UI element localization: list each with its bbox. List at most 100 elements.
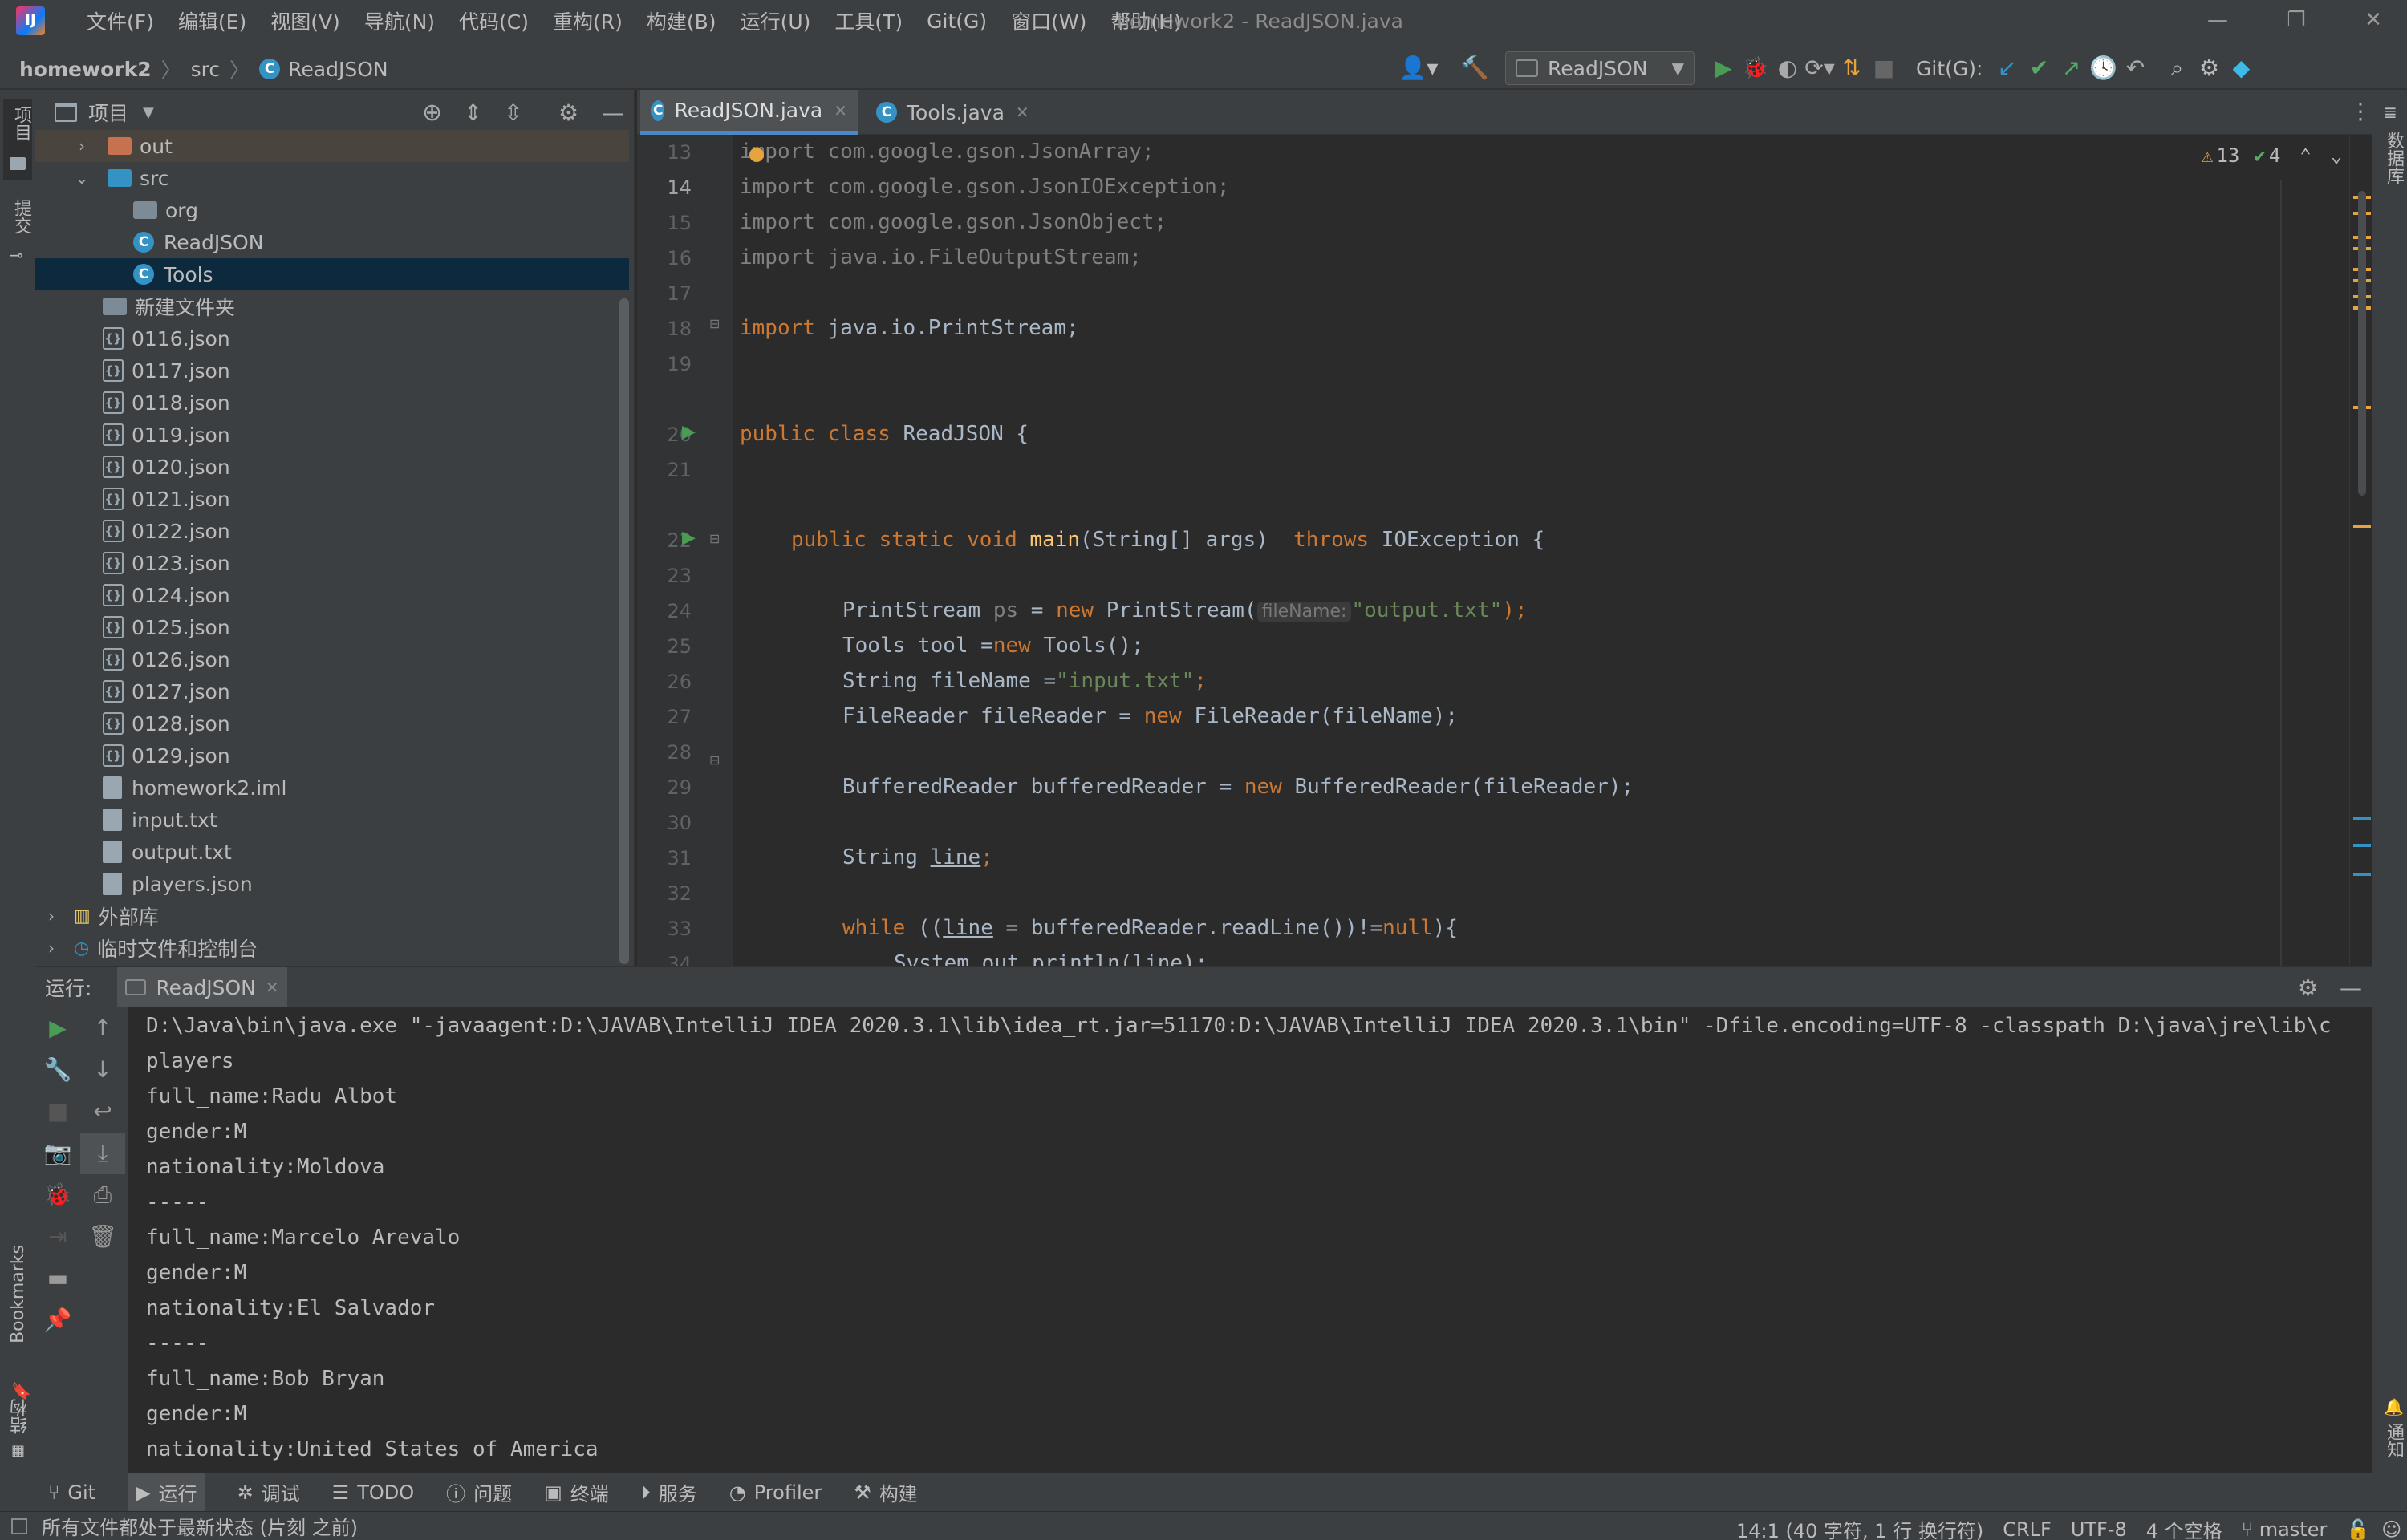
menu-window[interactable]: 窗口(W) xyxy=(1011,6,1086,35)
tree-item-json[interactable]: {} 0129.json xyxy=(35,740,629,772)
locate-icon[interactable]: ⊕ xyxy=(422,99,442,127)
chevron-down-icon[interactable]: ⌄ xyxy=(2331,144,2342,167)
breadcrumb-src[interactable]: src xyxy=(191,58,221,81)
exit-icon[interactable]: ⇥ xyxy=(35,1216,80,1258)
warning-marker[interactable] xyxy=(2353,525,2371,528)
tree-item-json[interactable]: {} 0117.json xyxy=(35,355,629,387)
tree-item-json[interactable]: {} 0116.json xyxy=(35,322,629,355)
tree-item-json[interactable]: {} 0119.json xyxy=(35,419,629,451)
git-push-icon[interactable]: ↗ xyxy=(2055,52,2087,84)
trash-icon[interactable]: 🗑 xyxy=(80,1216,125,1258)
arrow-up-icon[interactable]: ↑ xyxy=(80,1007,125,1049)
tab-problems[interactable]: ⓘ 问题 xyxy=(446,1478,512,1506)
tree-item-readjson[interactable]: C ReadJSON xyxy=(35,226,629,258)
line-separator[interactable]: CRLF xyxy=(2003,1518,2052,1540)
menu-tools[interactable]: 工具(T) xyxy=(834,6,903,35)
tree-item-json[interactable]: {} 0125.json xyxy=(35,611,629,643)
rollback-icon[interactable]: ↶ xyxy=(2119,52,2151,84)
tree-item-out[interactable]: › out xyxy=(35,130,629,162)
lock-icon[interactable]: 🔓 xyxy=(2346,1518,2370,1540)
run-icon[interactable]: ▶ xyxy=(1707,52,1739,84)
rerun-icon[interactable]: ▶ xyxy=(35,1007,80,1049)
info-marker[interactable] xyxy=(2353,817,2371,820)
menu-run[interactable]: 运行(U) xyxy=(741,6,811,35)
run-gutter-icon[interactable]: ▶ xyxy=(682,528,696,548)
inspector-icon[interactable]: ☺ xyxy=(2381,1518,2401,1540)
tree-item-json[interactable]: {} 0124.json xyxy=(35,579,629,611)
error-stripe[interactable] xyxy=(2349,135,2372,966)
tab-tools[interactable]: C Tools.java ✕ xyxy=(865,90,1057,135)
menu-navigate[interactable]: 导航(N) xyxy=(364,6,435,35)
cursor-position[interactable]: 14:1 (40 字符, 1 行 换行符) xyxy=(1736,1515,1983,1540)
database-tool-button[interactable]: ≣ 数据库 xyxy=(2376,103,2405,199)
info-marker[interactable] xyxy=(2353,873,2371,876)
tab-git[interactable]: ⑂ Git xyxy=(48,1481,95,1504)
search-icon[interactable]: ⌕ xyxy=(2161,52,2193,84)
close-tab-icon[interactable]: ✕ xyxy=(266,978,279,997)
fold-icon[interactable]: ⊟ xyxy=(709,752,720,768)
tree-item-tools[interactable]: C Tools xyxy=(35,258,629,290)
attach-icon[interactable]: ⇅ xyxy=(1836,52,1868,84)
status-toggle-icon[interactable] xyxy=(11,1518,27,1534)
tab-profiler[interactable]: ◔ Profiler xyxy=(729,1481,822,1504)
pin-icon[interactable]: 📌 xyxy=(35,1299,80,1341)
close-tab-icon[interactable]: ✕ xyxy=(834,101,847,120)
scroll-to-end-icon[interactable]: ⤓ xyxy=(80,1133,125,1174)
git-commit-icon[interactable]: ✔ xyxy=(2023,52,2055,84)
tab-readjson[interactable]: C ReadJSON.java ✕ xyxy=(640,90,858,135)
bug-icon[interactable]: 🐞 xyxy=(35,1174,80,1216)
gear-icon[interactable]: ⚙ xyxy=(2298,975,2318,1001)
tree-item-json[interactable]: {} 0121.json xyxy=(35,483,629,515)
tree-item-src[interactable]: ⌄ src xyxy=(35,162,629,194)
tree-item-json[interactable]: {} 0118.json xyxy=(35,387,629,419)
user-icon[interactable]: 👤▾ xyxy=(1396,52,1441,84)
run-gutter-icon[interactable]: ▶ xyxy=(682,422,696,442)
tab-run[interactable]: ▶ 运行 xyxy=(128,1473,205,1512)
menu-code[interactable]: 代码(C) xyxy=(459,6,529,35)
menu-git[interactable]: Git(G) xyxy=(927,10,987,33)
tree-item-json[interactable]: {} 0123.json xyxy=(35,547,629,579)
profile-icon[interactable]: ⟳▾ xyxy=(1804,52,1836,84)
tree-item-players-json[interactable]: players.json xyxy=(35,868,629,900)
arrow-down-icon[interactable]: ↓ xyxy=(80,1049,125,1091)
tree-item-output-txt[interactable]: output.txt xyxy=(35,836,629,868)
tree-item-scratches[interactable]: › ◷ 临时文件和控制台 xyxy=(35,932,629,964)
fold-icon[interactable]: ⊟ xyxy=(709,316,720,331)
tab-debug[interactable]: ✲ 调试 xyxy=(237,1478,300,1506)
plugin-icon[interactable]: ◆ xyxy=(2225,52,2257,84)
menu-file[interactable]: 文件(F) xyxy=(87,6,154,35)
menu-view[interactable]: 视图(V) xyxy=(270,6,340,35)
tab-services[interactable]: ⏵ 服务 xyxy=(641,1478,697,1506)
code-editor[interactable]: import com.google.gson.JsonArray; import… xyxy=(733,135,2360,966)
history-icon[interactable]: 🕓 xyxy=(2087,52,2119,84)
notifications-tool-button[interactable]: 🔔 通知 xyxy=(2376,1397,2405,1469)
run-tab-readjson[interactable]: ReadJSON ✕ xyxy=(117,967,287,1008)
layout-icon[interactable]: ▬ xyxy=(35,1258,80,1299)
camera-icon[interactable]: 📷 xyxy=(35,1133,80,1174)
breadcrumb-project[interactable]: homework2 xyxy=(19,58,152,81)
fold-icon[interactable]: ⊟ xyxy=(709,531,720,546)
chevron-down-icon[interactable]: ⌄ xyxy=(72,168,91,188)
project-tool-button[interactable]: 项目 xyxy=(3,99,32,180)
menu-build[interactable]: 构建(B) xyxy=(647,6,716,35)
tree-item-org[interactable]: org xyxy=(35,194,629,226)
settings-gear-icon[interactable]: ⚙ xyxy=(2193,52,2225,84)
editor-scrollbar[interactable] xyxy=(2358,191,2366,496)
tree-item-json[interactable]: {} 0122.json xyxy=(35,515,629,547)
soft-wrap-icon[interactable]: ↩ xyxy=(80,1091,125,1133)
chevron-right-icon[interactable]: › xyxy=(72,136,91,156)
status-message[interactable]: 所有文件都处于最新状态 (片刻 之前) xyxy=(42,1512,358,1540)
minimize-icon[interactable]: — xyxy=(2202,8,2234,37)
more-options-icon[interactable]: ⋮ xyxy=(2349,98,2372,124)
wrench-icon[interactable]: 🔧 xyxy=(35,1049,80,1091)
build-hammer-icon[interactable]: 🔨 xyxy=(1459,52,1491,84)
chevron-down-icon[interactable]: ▼ xyxy=(143,104,154,121)
tab-build[interactable]: ⚒ 构建 xyxy=(854,1478,918,1506)
commit-tool-button[interactable]: 提交 ⊸ xyxy=(3,194,32,274)
git-update-icon[interactable]: ↙ xyxy=(1991,52,2023,84)
expand-all-icon[interactable]: ⇕ xyxy=(464,99,482,126)
file-encoding[interactable]: UTF-8 xyxy=(2071,1518,2127,1540)
run-config-select[interactable]: ReadJSON ▼ xyxy=(1505,51,1695,85)
collapse-all-icon[interactable]: ⇳ xyxy=(504,99,522,126)
tab-terminal[interactable]: ▣ 终端 xyxy=(544,1478,609,1506)
